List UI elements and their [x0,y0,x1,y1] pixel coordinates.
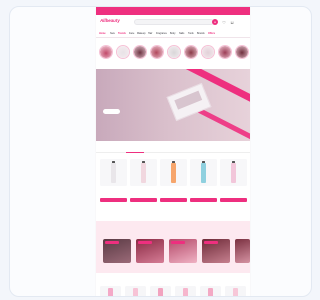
category-circle[interactable] [116,45,130,59]
product-image [130,159,157,186]
product-card[interactable] [225,286,246,296]
add-to-cart-button[interactable] [100,198,127,202]
category-circle[interactable] [201,45,215,59]
nav-item-tools[interactable]: Tools [188,32,194,35]
user-icon[interactable]: ● [212,19,218,25]
nav-item-makeup[interactable]: Makeup [137,32,146,35]
product-card[interactable] [100,286,121,296]
category-circle[interactable] [235,45,249,59]
heart-icon[interactable]: ♡ [221,19,227,25]
site-logo[interactable]: Allbeauty [100,18,120,23]
product-image [220,159,247,186]
add-to-cart-button[interactable] [220,198,247,202]
product-card[interactable] [220,159,247,207]
nav-item-hair[interactable]: Hair [148,32,152,35]
product-card[interactable] [130,159,157,207]
deal-card[interactable] [169,239,197,263]
site-header: Allbeauty ● ♡ ⊔ [96,15,250,29]
nav-item-fragrance[interactable]: Fragrance [156,32,167,35]
search-input[interactable] [134,19,214,25]
category-circle[interactable] [167,45,181,59]
product-card[interactable] [150,286,171,296]
category-circles [96,45,250,69]
category-circle[interactable] [150,45,164,59]
hero-banner[interactable] [96,69,250,141]
deal-badge [105,240,119,244]
nav-item-new[interactable]: New [110,32,115,35]
banner-shop-button[interactable] [103,109,120,114]
category-circle[interactable] [99,45,113,59]
product-card[interactable] [160,159,187,207]
deals-section [96,221,250,273]
product-card[interactable] [100,159,127,207]
product-card[interactable] [190,159,217,207]
nav-item-trends[interactable]: Trends [118,32,126,35]
promo-bar [96,7,250,15]
product-tabs [96,145,250,153]
deal-badge [204,240,218,244]
product-image [160,159,187,186]
deal-badge [138,240,152,244]
deal-card[interactable] [235,239,250,263]
deal-badge [171,240,185,244]
add-to-cart-button[interactable] [190,198,217,202]
best-sellers-row [100,286,248,296]
add-to-cart-button[interactable] [160,198,187,202]
category-circle[interactable] [184,45,198,59]
nav-item-nails[interactable]: Nails [179,32,184,35]
nav-item-face[interactable]: Face [129,32,134,35]
product-grid [100,159,248,211]
product-image [100,159,127,186]
product-image [190,159,217,186]
nav-item-home[interactable]: Home [99,32,106,35]
deal-card[interactable] [136,239,164,263]
category-circle[interactable] [133,45,147,59]
category-circle[interactable] [218,45,232,59]
main-nav: Home New Trends Face Makeup Hair Fragran… [96,30,250,38]
active-tab-indicator [126,152,144,153]
nav-item-body[interactable]: Body [170,32,175,35]
webpage-screenshot: Allbeauty ● ♡ ⊔ Home New Trends Face Mak… [96,7,250,296]
add-to-cart-button[interactable] [130,198,157,202]
preview-card: Allbeauty ● ♡ ⊔ Home New Trends Face Mak… [9,6,312,297]
product-card[interactable] [200,286,221,296]
product-card[interactable] [125,286,146,296]
deal-card[interactable] [202,239,230,263]
deal-card[interactable] [103,239,131,263]
nav-item-offers[interactable]: Offers [208,32,215,35]
nav-item-brands[interactable]: Brands [197,32,205,35]
product-card[interactable] [175,286,196,296]
cart-icon[interactable]: ⊔ [229,19,235,25]
